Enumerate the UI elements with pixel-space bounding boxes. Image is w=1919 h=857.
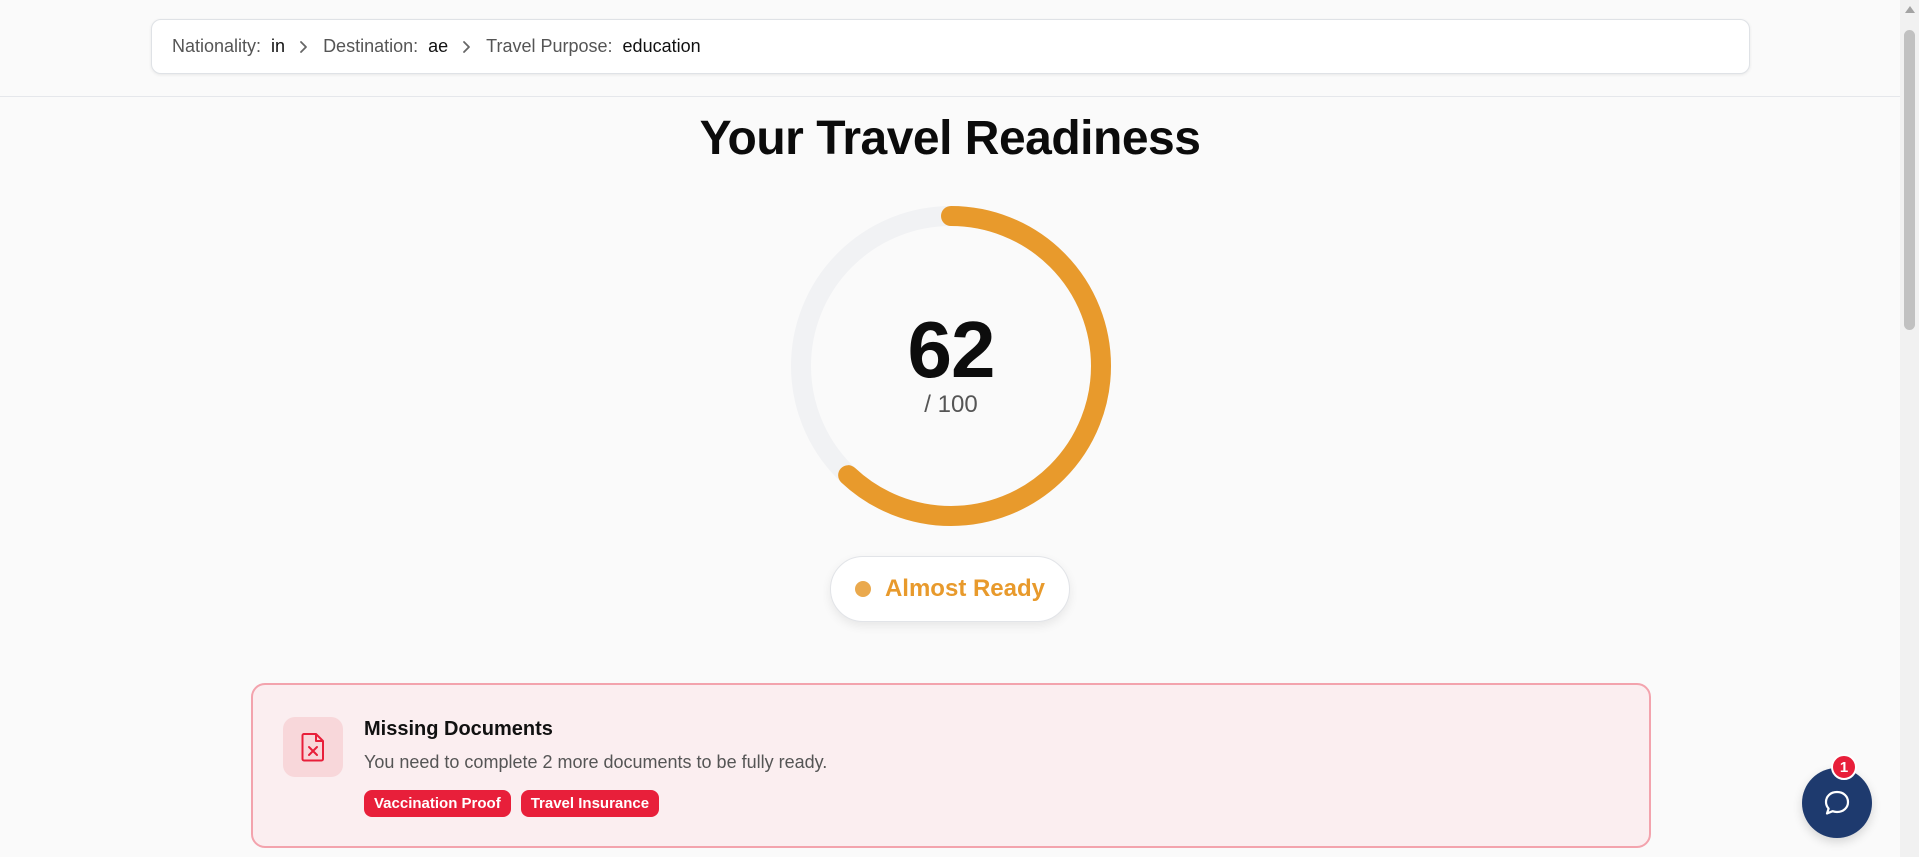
scroll-up-arrow-icon[interactable] bbox=[1905, 6, 1915, 13]
tag-vaccination-proof[interactable]: Vaccination Proof bbox=[364, 790, 511, 817]
status-badge: Almost Ready bbox=[830, 556, 1070, 622]
breadcrumb-purpose-value[interactable]: education bbox=[623, 36, 701, 57]
alert-message: You need to complete 2 more documents to… bbox=[364, 752, 828, 772]
top-bar: Nationality: in Destination: ae Travel P… bbox=[0, 0, 1900, 97]
score-max: / 100 bbox=[924, 391, 978, 418]
breadcrumb-nationality-value[interactable]: in bbox=[271, 36, 285, 57]
tag-travel-insurance[interactable]: Travel Insurance bbox=[520, 790, 660, 817]
page-title: Your Travel Readiness bbox=[699, 112, 1201, 165]
breadcrumb-nationality-label: Nationality: bbox=[172, 36, 262, 56]
chat-bubble-icon bbox=[1824, 790, 1850, 815]
missing-document-tags: Vaccination Proof Travel Insurance bbox=[364, 790, 660, 817]
chat-notification-badge: 1 bbox=[1831, 754, 1857, 780]
scrollbar-thumb[interactable] bbox=[1904, 30, 1915, 330]
score-value: 62 bbox=[907, 305, 996, 394]
breadcrumb-purpose-label: Travel Purpose: bbox=[486, 36, 613, 56]
page-scrollbar[interactable] bbox=[1900, 0, 1919, 857]
chevron-right-icon bbox=[299, 40, 309, 54]
file-x-icon bbox=[283, 717, 343, 777]
breadcrumb-destination-value[interactable]: ae bbox=[428, 36, 448, 57]
missing-documents-alert: Missing Documents You need to complete 2… bbox=[251, 683, 1651, 848]
breadcrumb: Nationality: in Destination: ae Travel P… bbox=[151, 19, 1750, 74]
status-dot-icon bbox=[854, 581, 871, 597]
alert-title: Missing Documents bbox=[364, 718, 553, 740]
status-label: Almost Ready bbox=[884, 575, 1046, 602]
breadcrumb-destination-label: Destination: bbox=[323, 36, 419, 56]
chevron-right-icon bbox=[462, 40, 472, 54]
